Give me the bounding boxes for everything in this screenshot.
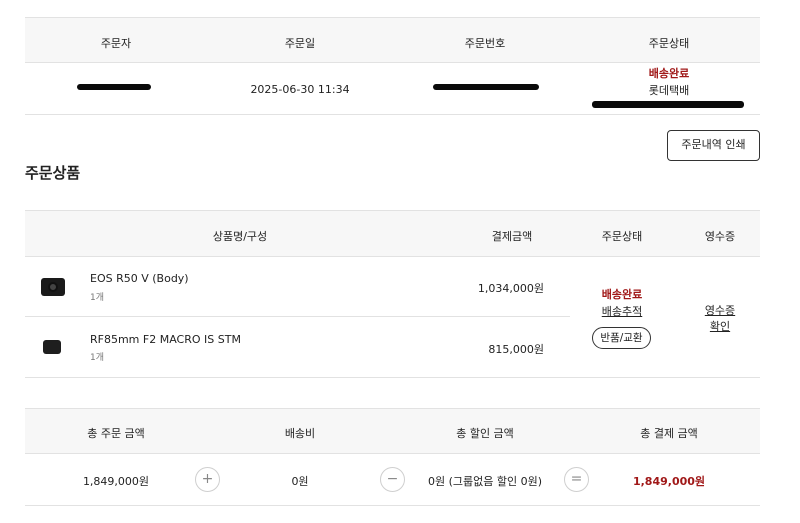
amount-header: 결제금액 bbox=[491, 230, 533, 243]
orderer-header: 주문자 bbox=[100, 37, 132, 50]
products-bottom-border bbox=[25, 377, 760, 378]
discount-header: 총 할인 금액 bbox=[456, 427, 514, 440]
order-total-header: 총 주문 금액 bbox=[87, 427, 145, 440]
order-number-header: 주문번호 bbox=[464, 37, 506, 50]
shipping-value: 0원 bbox=[291, 475, 309, 488]
payment-header: 총 결제 금액 bbox=[640, 427, 698, 440]
order-status-header: 주문상태 bbox=[648, 37, 690, 50]
camera-lens-icon bbox=[43, 340, 61, 354]
product-name: RF85mm F2 MACRO IS STM bbox=[90, 333, 241, 346]
minus-icon: − bbox=[380, 467, 405, 492]
receipt-link[interactable]: 영수증 bbox=[670, 302, 770, 318]
camera-body-icon bbox=[41, 278, 65, 296]
order-number-redacted bbox=[433, 84, 539, 90]
product-qty: 1개 bbox=[90, 353, 105, 363]
shipping-header: 배송비 bbox=[284, 427, 316, 440]
orderer-redacted bbox=[77, 84, 151, 90]
receipt-header: 영수증 bbox=[704, 230, 736, 243]
product-price: 1,034,000원 bbox=[477, 282, 544, 295]
section-title: 주문상품 bbox=[25, 164, 81, 182]
product-name: EOS R50 V (Body) bbox=[90, 272, 189, 285]
payment-value: 1,849,000원 bbox=[632, 475, 706, 488]
print-order-button[interactable]: 주문내역 인쇄 bbox=[667, 130, 760, 161]
order-status: 배송완료 bbox=[648, 67, 690, 80]
equals-icon: = bbox=[564, 467, 589, 492]
order-total-value: 1,849,000원 bbox=[82, 475, 150, 488]
discount-value: 0원 (그룹없음 할인 0원) bbox=[427, 475, 543, 488]
item-status-header: 주문상태 bbox=[601, 230, 643, 243]
order-date-header: 주문일 bbox=[284, 37, 316, 50]
product-name-header: 상품명/구성 bbox=[212, 230, 268, 243]
order-date: 2025-06-30 11:34 bbox=[250, 83, 350, 96]
tracking-link[interactable]: 배송추적 bbox=[572, 303, 672, 319]
tracking-number-redacted bbox=[592, 101, 744, 108]
product-price: 815,000원 bbox=[488, 343, 544, 356]
item-status: 배송완료 bbox=[601, 288, 643, 301]
plus-icon: + bbox=[195, 467, 220, 492]
return-exchange-button[interactable]: 반품/교환 bbox=[592, 327, 651, 349]
receipt-confirm-link[interactable]: 확인 bbox=[670, 318, 770, 334]
courier-name: 롯데택배 bbox=[648, 84, 690, 97]
product-qty: 1개 bbox=[90, 293, 105, 303]
